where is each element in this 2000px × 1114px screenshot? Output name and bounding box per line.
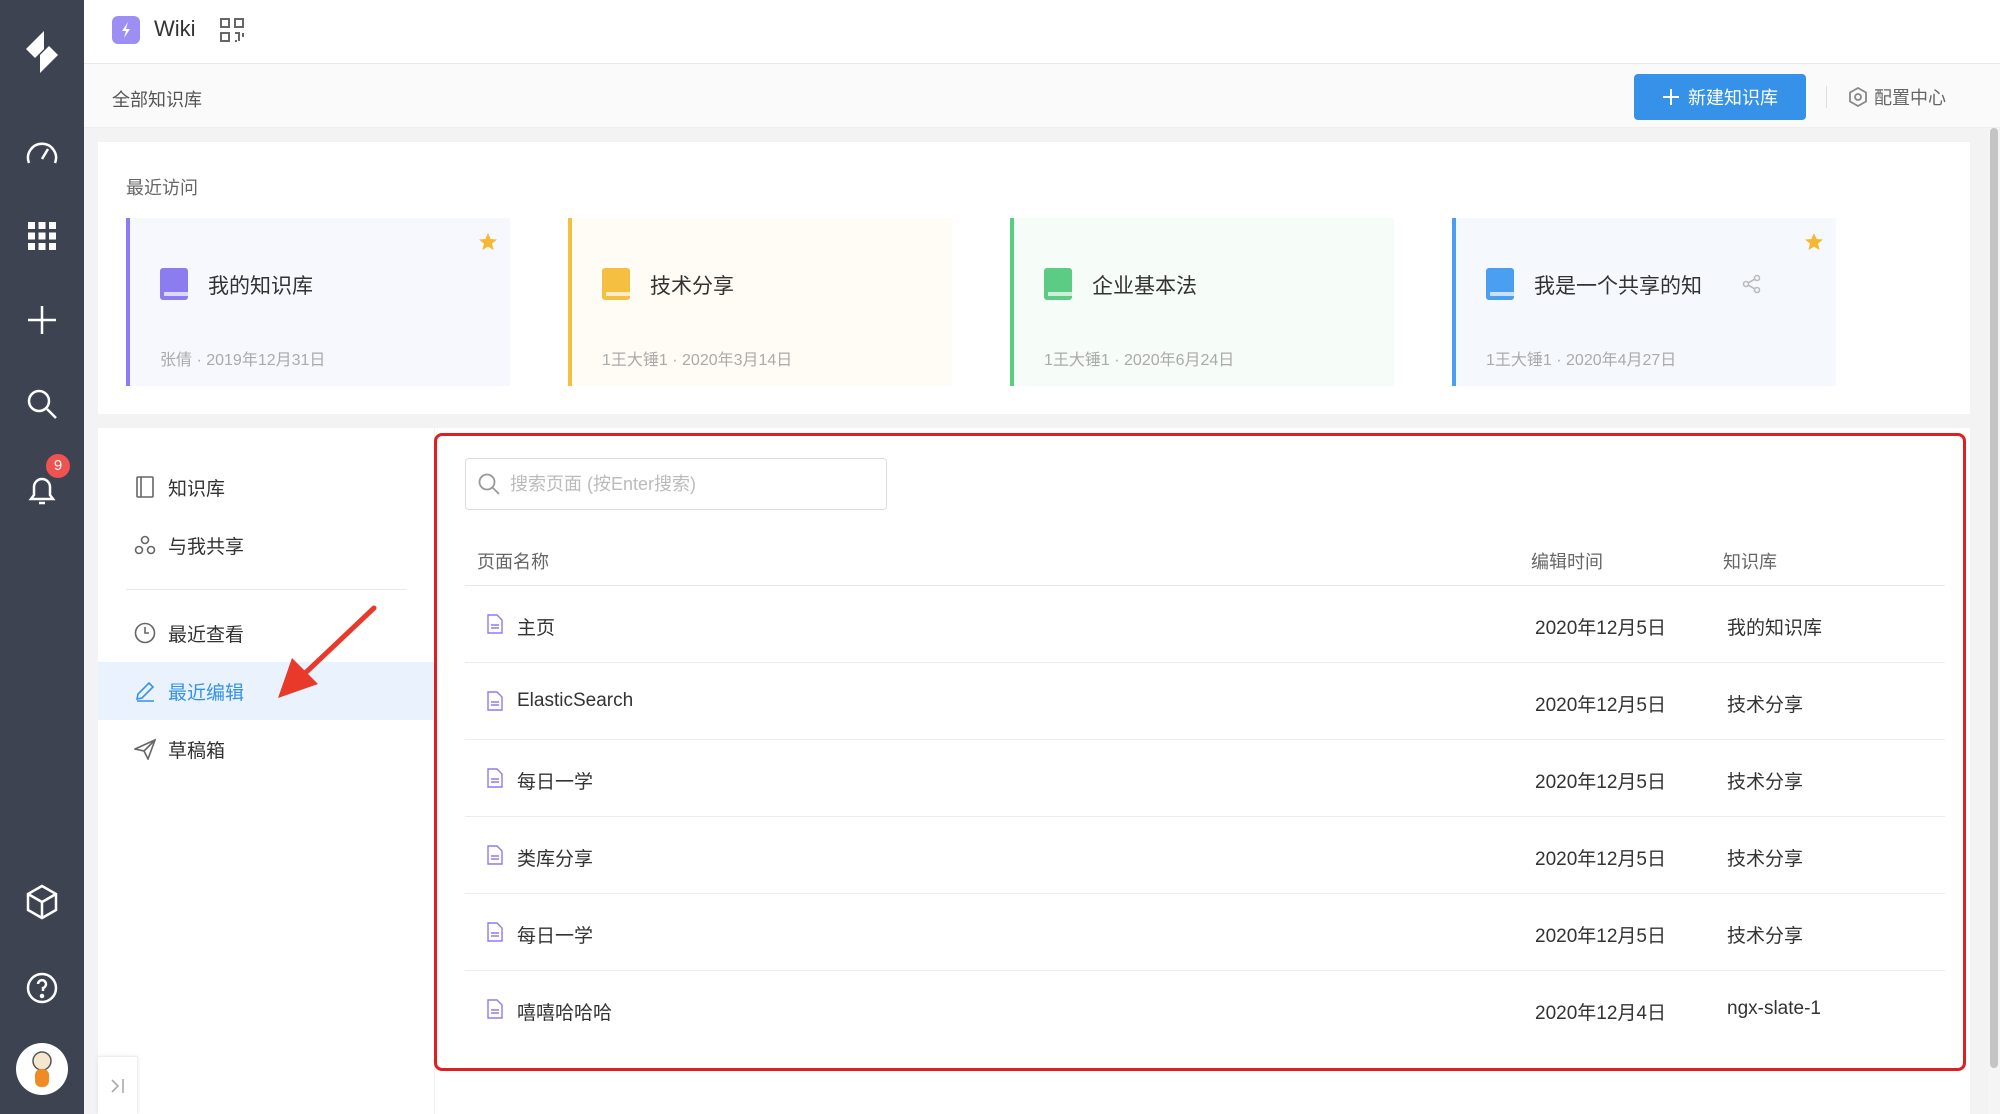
notification-badge: 9: [46, 454, 70, 478]
add-icon[interactable]: [0, 290, 84, 350]
qrcode-icon[interactable]: [220, 18, 244, 47]
book-icon: [136, 476, 154, 498]
left-rail: 9: [0, 0, 84, 1114]
plus-icon: [1663, 89, 1679, 105]
card-meta: 1王大锤1 · 2020年3月14日: [602, 352, 793, 369]
card-name: 我的知识库: [208, 275, 313, 298]
new-button-label: 新建知识库: [1688, 88, 1778, 108]
sidebar-item-label: 最近查看: [168, 624, 245, 646]
book-icon: [1044, 268, 1072, 300]
card-name: 我是一个共享的知: [1534, 275, 1702, 298]
config-label: 配置中心: [1874, 88, 1946, 108]
card-name: 企业基本法: [1092, 275, 1197, 298]
bell-icon[interactable]: [0, 460, 84, 520]
star-icon[interactable]: [1804, 232, 1824, 252]
card-meta: 1王大锤1 · 2020年4月27日: [1486, 352, 1677, 369]
annotation-arrow-icon: [278, 605, 377, 698]
header-bar: 全部知识库 新建知识库 配置中心: [84, 64, 2000, 128]
sidebar-item-shared-with-me[interactable]: 与我共享: [98, 516, 434, 574]
paper-plane-icon: [134, 738, 156, 760]
cube-icon[interactable]: [0, 872, 84, 932]
search-icon[interactable]: [0, 374, 84, 434]
scrollbar[interactable]: [1988, 128, 2000, 1114]
recent-card-enterprise-law[interactable]: 企业基本法 1王大锤1 · 2020年6月24日: [1010, 218, 1394, 386]
apps-grid-icon[interactable]: [0, 206, 84, 266]
sidebar-item-drafts[interactable]: 草稿箱: [98, 720, 434, 778]
header-divider: [1826, 86, 1827, 108]
card-name: 技术分享: [650, 275, 734, 298]
recent-card-tech-share[interactable]: 技术分享 1王大锤1 · 2020年3月14日: [568, 218, 952, 386]
sidebar-divider: [126, 589, 406, 590]
config-center-button[interactable]: 配置中心: [1848, 84, 1946, 110]
app-title: Wiki: [154, 16, 196, 41]
card-meta: 1王大锤1 · 2020年6月24日: [1044, 352, 1235, 369]
sidebar: 知识库 与我共享 最近查看 最近编辑 草稿箱: [98, 428, 434, 1114]
avatar[interactable]: [16, 1043, 68, 1095]
scrollbar-thumb[interactable]: [1990, 128, 1998, 1068]
dashboard-icon[interactable]: [0, 122, 84, 182]
book-icon: [1486, 268, 1514, 300]
wiki-app-icon: [112, 16, 140, 44]
recent-title: 最近访问: [126, 178, 198, 198]
book-icon: [160, 268, 188, 300]
edit-icon: [135, 681, 155, 702]
sidebar-item-recently-edited[interactable]: 最近编辑: [98, 662, 434, 720]
top-bar: Wiki: [84, 0, 2000, 64]
sidebar-item-recently-viewed[interactable]: 最近查看: [98, 604, 434, 662]
product-logo-icon[interactable]: [0, 22, 84, 82]
breadcrumb[interactable]: 全部知识库: [112, 86, 202, 112]
collapse-sidebar-icon[interactable]: [98, 1056, 138, 1114]
recent-card-my-kb[interactable]: 我的知识库 张倩 · 2019年12月31日: [126, 218, 510, 386]
new-knowledge-base-button[interactable]: 新建知识库: [1634, 74, 1806, 120]
share-people-icon: [134, 535, 156, 555]
settings-icon: [1849, 87, 1867, 107]
book-icon: [602, 268, 630, 300]
help-icon[interactable]: [0, 958, 84, 1018]
sidebar-item-label: 与我共享: [168, 536, 245, 558]
sidebar-item-knowledge-base[interactable]: 知识库: [98, 458, 434, 516]
clock-icon: [134, 622, 156, 644]
star-icon[interactable]: [478, 232, 498, 252]
recent-card-shared-kb[interactable]: 我是一个共享的知 1王大锤1 · 2020年4月27日: [1452, 218, 1836, 386]
recent-visits-panel: 最近访问 我的知识库 张倩 · 2019年12月31日 技术分享 1王大锤1 ·…: [98, 142, 1970, 414]
sidebar-item-label: 最近编辑: [168, 682, 245, 704]
sidebar-item-label: 知识库: [168, 478, 226, 500]
highlight-box: [434, 433, 1966, 1071]
share-icon: [1742, 274, 1761, 294]
card-meta: 张倩 · 2019年12月31日: [160, 352, 326, 369]
sidebar-item-label: 草稿箱: [168, 740, 226, 762]
